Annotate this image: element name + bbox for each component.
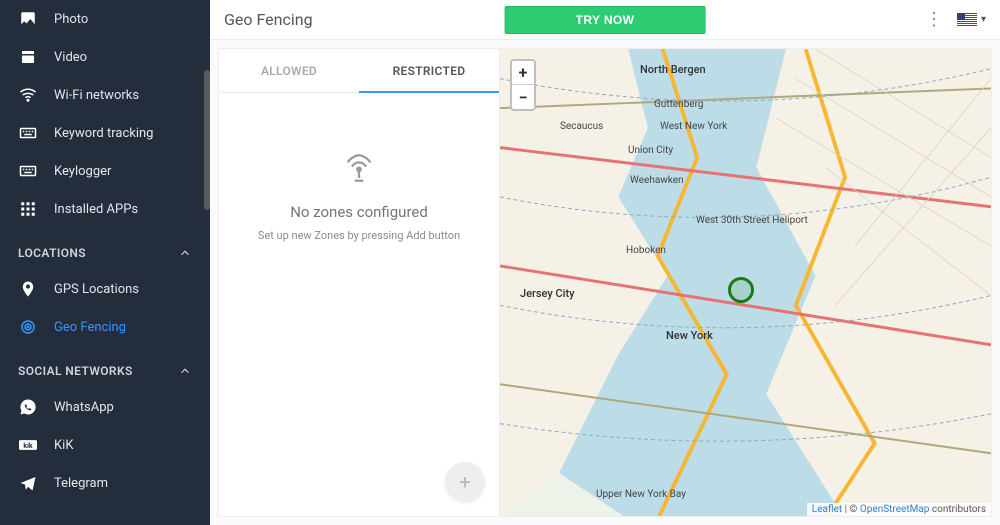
osm-link[interactable]: OpenStreetMap xyxy=(860,504,930,515)
us-flag-icon xyxy=(957,13,977,26)
section-label: LOCATIONS xyxy=(18,246,86,260)
empty-subtitle: Set up new Zones by pressing Add button xyxy=(258,229,460,242)
more-menu-icon[interactable]: ⋮ xyxy=(925,11,943,29)
map-attribution: Leaflet | © OpenStreetMap contributors xyxy=(807,503,991,516)
sidebar-item-geofencing[interactable]: Geo Fencing xyxy=(0,308,210,346)
target-icon xyxy=(18,317,38,337)
try-now-button[interactable]: TRY NOW xyxy=(505,6,706,34)
sidebar-item-gps[interactable]: GPS Locations xyxy=(0,270,210,308)
sidebar-item-telegram[interactable]: Telegram xyxy=(0,464,210,502)
sidebar-item-label: Wi-Fi networks xyxy=(54,88,139,103)
sidebar-item-keylogger[interactable]: Keylogger xyxy=(0,152,210,190)
plus-icon: + xyxy=(459,470,470,494)
sidebar-item-label: KiK xyxy=(54,438,73,453)
sidebar-item-label: GPS Locations xyxy=(54,282,139,297)
pin-icon xyxy=(18,279,38,299)
sidebar-item-label: Installed APPs xyxy=(54,202,138,217)
zones-panel: ALLOWED RESTRICTED No zones configured S… xyxy=(218,48,500,517)
sidebar-item-label: Keyword tracking xyxy=(54,126,154,141)
tab-restricted[interactable]: RESTRICTED xyxy=(359,49,499,92)
sidebar-item-photo[interactable]: Photo xyxy=(0,0,210,38)
wifi-icon xyxy=(18,85,38,105)
sidebar: Photo Video Wi-Fi networks Keyword track… xyxy=(0,0,210,525)
language-selector[interactable]: ▾ xyxy=(957,13,986,26)
video-icon xyxy=(18,47,38,67)
tab-allowed[interactable]: ALLOWED xyxy=(219,49,359,92)
page-title: Geo Fencing xyxy=(224,10,313,29)
chevron-up-icon xyxy=(178,364,192,378)
whatsapp-icon xyxy=(18,397,38,417)
sidebar-item-wifi[interactable]: Wi-Fi networks xyxy=(0,76,210,114)
sidebar-item-keyword[interactable]: Keyword tracking xyxy=(0,114,210,152)
telegram-icon xyxy=(18,473,38,493)
geofence-marker[interactable] xyxy=(728,277,754,303)
sidebar-item-label: Geo Fencing xyxy=(54,320,126,335)
svg-text:kik: kik xyxy=(23,442,33,450)
zoom-control: + − xyxy=(510,59,536,111)
keylogger-icon xyxy=(18,161,38,181)
keyword-icon xyxy=(18,123,38,143)
empty-title: No zones configured xyxy=(290,203,428,221)
sidebar-item-whatsapp[interactable]: WhatsApp xyxy=(0,388,210,426)
section-header-social[interactable]: SOCIAL NETWORKS xyxy=(0,346,210,388)
chevron-down-icon: ▾ xyxy=(981,14,986,25)
sidebar-item-kik[interactable]: kik KiK xyxy=(0,426,210,464)
photo-icon xyxy=(18,9,38,29)
sidebar-item-label: WhatsApp xyxy=(54,400,114,415)
map[interactable]: North BergenSecaucusGuttenbergWest New Y… xyxy=(500,48,992,517)
topbar: Geo Fencing TRY NOW ⋮ ▾ xyxy=(210,0,1000,40)
sidebar-item-label: Video xyxy=(54,50,87,65)
antenna-icon xyxy=(342,151,376,185)
add-zone-button[interactable]: + xyxy=(445,462,485,502)
chevron-up-icon xyxy=(178,246,192,260)
sidebar-item-label: Photo xyxy=(54,12,88,27)
zoom-out-button[interactable]: − xyxy=(512,85,534,109)
empty-state: No zones configured Set up new Zones by … xyxy=(219,93,499,516)
sidebar-item-apps[interactable]: Installed APPs xyxy=(0,190,210,228)
section-label: SOCIAL NETWORKS xyxy=(18,364,133,378)
leaflet-link[interactable]: Leaflet xyxy=(812,504,842,515)
sidebar-item-video[interactable]: Video xyxy=(0,38,210,76)
section-header-locations[interactable]: LOCATIONS xyxy=(0,228,210,270)
sidebar-item-label: Telegram xyxy=(54,476,108,491)
sidebar-item-label: Keylogger xyxy=(54,164,111,179)
main: Geo Fencing TRY NOW ⋮ ▾ ALLOWED RESTRICT… xyxy=(210,0,1000,525)
kik-icon: kik xyxy=(18,435,38,455)
apps-icon xyxy=(18,199,38,219)
zoom-in-button[interactable]: + xyxy=(512,61,534,85)
